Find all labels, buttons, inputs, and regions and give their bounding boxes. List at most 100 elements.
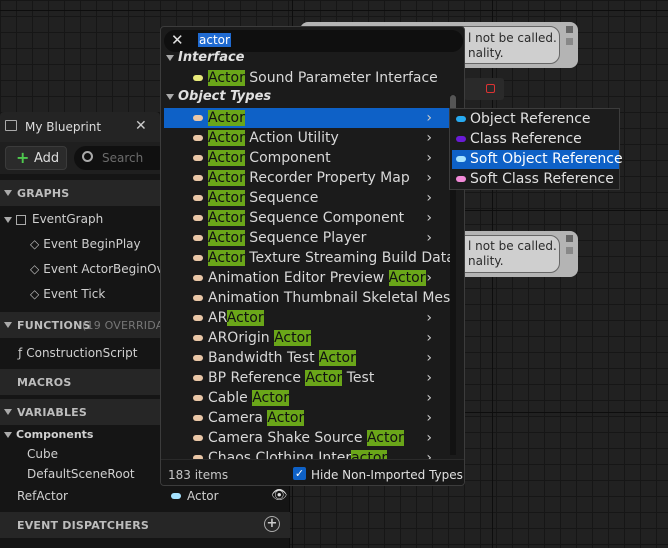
reference-type-submenu: Object Reference Class Reference Soft Obje…	[449, 108, 623, 190]
type-label: Actor Action Utility	[208, 128, 339, 148]
reference-pin-icon	[456, 176, 466, 182]
item-label: EventGraph	[32, 212, 104, 226]
category-label: Interface	[178, 50, 245, 65]
node-text-line: nality.	[468, 46, 504, 60]
search-placeholder: Search	[102, 151, 144, 165]
eye-icon[interactable]: 👁	[271, 488, 288, 503]
type-list-item[interactable]: Actor ›	[164, 108, 450, 128]
tree-item-component[interactable]: DefaultSceneRoot	[27, 467, 135, 481]
reference-type-item[interactable]: Soft Object Reference	[452, 150, 623, 169]
clear-search-icon[interactable]: ✕	[171, 31, 184, 49]
tree-item-component[interactable]: Cube	[27, 447, 58, 461]
type-pin-icon	[193, 195, 203, 201]
type-list-item[interactable]: Actor Sound Parameter Interface	[164, 68, 450, 88]
graph-node-small[interactable]	[464, 78, 504, 100]
item-label: Event Tick	[43, 287, 106, 301]
reference-label: Soft Class Reference	[470, 171, 614, 187]
item-count: 183 items	[168, 468, 229, 482]
tree-item-construction-script[interactable]: ƒ ConstructionScript	[18, 346, 137, 360]
type-list-item[interactable]: Animation Thumbnail Skeletal Mes	[164, 288, 450, 308]
grid-major-line	[0, 10, 668, 11]
type-pin-icon	[193, 355, 203, 361]
add-dispatcher-icon[interactable]: +	[264, 516, 280, 532]
label-text: Bandwidth Test	[208, 350, 320, 366]
type-list-item[interactable]: Actor Recorder Property Map ›	[164, 168, 450, 188]
type-list-item[interactable]: Cable Actor ›	[164, 388, 450, 408]
add-button[interactable]: + Add	[5, 146, 67, 170]
tree-item-event[interactable]: ◇ Event ActorBeginOv	[30, 262, 164, 276]
match-highlight: Actor	[319, 350, 356, 366]
tree-item-event[interactable]: ◇ Event BeginPlay	[30, 237, 141, 251]
item-label: ConstructionScript	[26, 346, 138, 360]
reference-type-item[interactable]: Object Reference	[452, 110, 619, 129]
reference-type-item[interactable]: Class Reference	[452, 130, 619, 149]
type-pin-icon	[193, 235, 203, 241]
type-list-item[interactable]: Bandwidth Test Actor ›	[164, 348, 450, 368]
type-list-item[interactable]: Actor Sequence ›	[164, 188, 450, 208]
item-label: Cube	[27, 447, 58, 461]
reference-type-item[interactable]: Soft Class Reference	[452, 170, 619, 189]
type-label: Animation Editor Preview Actor	[208, 268, 426, 288]
type-list-item[interactable]: Animation Editor Preview Actor ›	[164, 268, 450, 288]
item-label: Event ActorBeginOv	[43, 262, 164, 276]
type-list-item[interactable]: BP Reference Actor Test ›	[164, 368, 450, 388]
type-search-input[interactable]: ✕ actor	[164, 30, 463, 52]
search-box[interactable]: Search	[74, 146, 170, 170]
type-pin-icon	[193, 395, 203, 401]
hide-label: Hide Non-Imported Types	[311, 468, 463, 482]
type-list-item[interactable]: ARActor ›	[164, 308, 450, 328]
variable-row-refactor[interactable]: RefActor Actor 👁	[17, 488, 289, 503]
label-text: Sequence Player	[244, 230, 367, 246]
submenu-arrow-icon: ›	[426, 330, 432, 346]
my-blueprint-tab[interactable]: My Blueprint ✕	[0, 112, 160, 142]
section-title: FUNCTIONS	[17, 319, 91, 332]
tree-item-event[interactable]: ◇ Event Tick	[30, 287, 105, 301]
submenu-arrow-icon: ›	[426, 370, 432, 386]
label-text: Camera Shake Source	[208, 430, 367, 446]
reference-pin-icon	[456, 136, 466, 142]
category-header[interactable]: Interface	[166, 50, 245, 65]
match-highlight: Actor	[252, 390, 290, 406]
type-label: Camera Shake Source Actor	[208, 428, 404, 448]
section-event-dispatchers[interactable]: EVENT DISPATCHERS +	[0, 512, 290, 538]
label-text: AROrigin	[208, 330, 275, 346]
tree-item-eventgraph[interactable]: EventGraph	[4, 212, 103, 226]
type-pin-icon	[193, 415, 203, 421]
match-highlight: Actor	[208, 210, 245, 226]
type-pin-icon	[193, 255, 203, 261]
variable-type-pin-icon	[171, 493, 181, 499]
type-label: ARActor	[208, 308, 264, 328]
match-highlight: Actor	[208, 230, 245, 246]
category-header[interactable]: Object Types	[166, 89, 271, 104]
expand-icon	[4, 409, 12, 415]
type-list-item[interactable]: Actor Action Utility ›	[164, 128, 450, 148]
match-highlight: Actor	[366, 430, 404, 446]
type-pin-icon	[193, 315, 203, 321]
type-picker-popup: ✕ actor Interface Object Types Actor Sound…	[160, 26, 465, 486]
type-list-item[interactable]: AROrigin Actor ›	[164, 328, 450, 348]
match-highlight: Actor	[208, 150, 245, 166]
type-pin-icon	[193, 75, 203, 81]
type-list-item[interactable]: Actor Sequence Component ›	[164, 208, 450, 228]
type-list-item[interactable]: Actor Component ›	[164, 148, 450, 168]
tree-item-components[interactable]: Components	[4, 428, 93, 441]
hide-checkbox[interactable]: ✓	[293, 467, 306, 480]
type-pin-icon	[193, 375, 203, 381]
label-text: Cable	[208, 390, 253, 406]
type-list-item[interactable]: Camera Actor ›	[164, 408, 450, 428]
submenu-arrow-icon: ›	[426, 150, 432, 166]
type-list-item[interactable]: Camera Shake Source Actor ›	[164, 428, 450, 448]
exec-pin-icon	[486, 84, 495, 93]
node-pin-icon	[566, 26, 573, 33]
graph-icon	[16, 214, 26, 225]
match-highlight: Actor	[208, 250, 245, 266]
label-text: Sound Parameter Interface	[244, 70, 438, 86]
submenu-arrow-icon: ›	[426, 390, 432, 406]
match-highlight: Actor	[208, 170, 245, 186]
close-tab-icon[interactable]: ✕	[135, 118, 147, 134]
item-label: Event BeginPlay	[43, 237, 141, 251]
type-label: Cable Actor	[208, 388, 290, 408]
type-list-item[interactable]: Actor Texture Streaming Build Data	[164, 248, 455, 268]
reference-label: Object Reference	[470, 111, 591, 127]
type-list-item[interactable]: Actor Sequence Player ›	[164, 228, 450, 248]
